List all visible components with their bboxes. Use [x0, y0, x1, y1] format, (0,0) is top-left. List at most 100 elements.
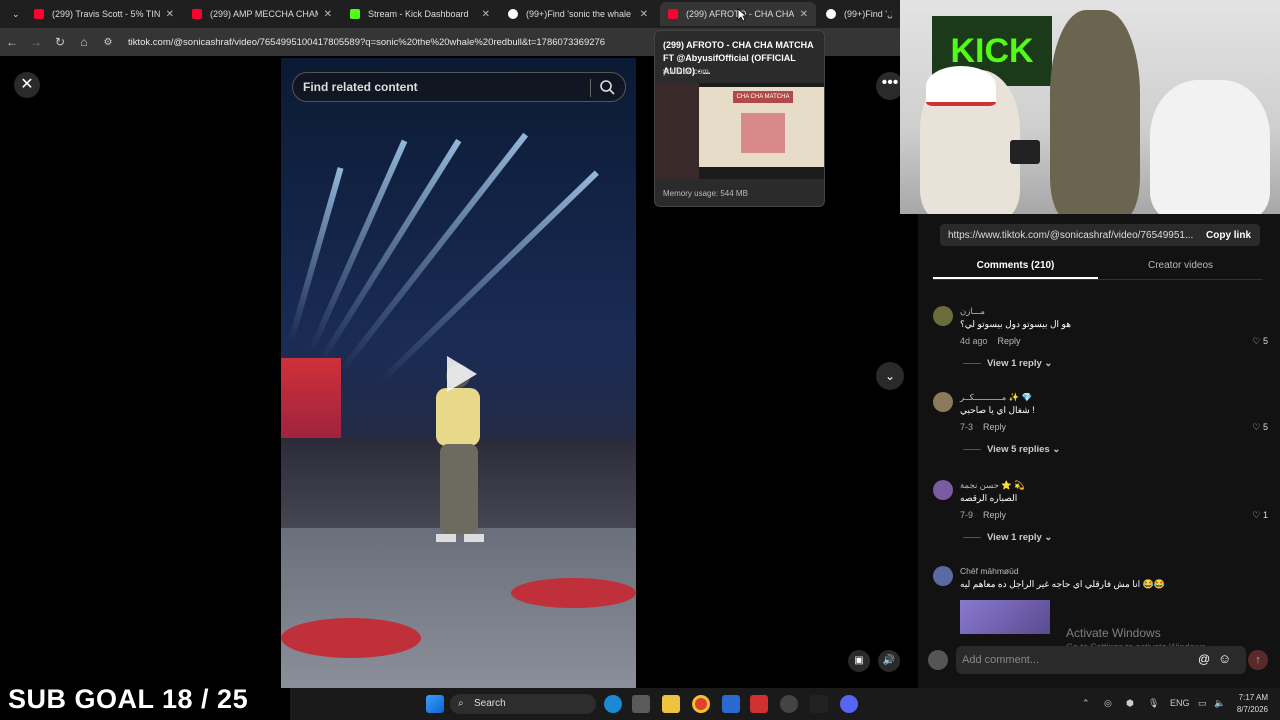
capcut-icon[interactable]: [810, 695, 828, 713]
discord-icon[interactable]: [840, 695, 858, 713]
comment-meta: 4d ago Reply: [960, 336, 1021, 346]
tab-comments[interactable]: Comments (210): [933, 254, 1098, 279]
search-placeholder: Find related content: [303, 80, 418, 94]
home-icon[interactable]: ⌂: [72, 35, 96, 49]
stage-floor: [281, 528, 636, 688]
tray-icon[interactable]: ⬢: [1126, 698, 1134, 709]
close-button[interactable]: ✕: [14, 72, 40, 98]
comment-text: الصباره الرقصه: [960, 493, 1018, 503]
close-icon[interactable]: ✕: [482, 9, 490, 20]
tab-title: (299) Travis Scott - 5% TINT (Au: [52, 9, 160, 19]
comments-panel: https://www.tiktok.com/@sonicashraf/vide…: [918, 214, 1280, 688]
windows-start-icon[interactable]: [426, 695, 444, 713]
like-count: 5: [1262, 336, 1268, 346]
steam-icon[interactable]: [780, 695, 798, 713]
mouse-cursor-icon: [737, 8, 747, 22]
comment-author[interactable]: مـــــــــــكــر ✨ 💎: [960, 392, 1032, 403]
search-icon[interactable]: [599, 79, 615, 95]
chrome-icon[interactable]: [692, 695, 710, 713]
like-button[interactable]: ♡ 5: [1252, 336, 1268, 347]
volume-icon: 🔊: [882, 655, 896, 666]
comment-author[interactable]: مـــازن: [960, 306, 985, 317]
comment-text: شغال اي يا صاحبي !: [960, 405, 1035, 415]
like-button[interactable]: ♡ 5: [1252, 422, 1268, 433]
browser-tab[interactable]: (99+)Find 'sonic the whale redb ✕: [500, 2, 656, 26]
browser-tab[interactable]: (299) AMP MECCHA CHAMELEO ✕: [184, 2, 340, 26]
comment-text: انا مش فارقلي اي حاجه غير الراجل ده معاه…: [960, 579, 1166, 589]
tiktok-icon: [508, 9, 518, 19]
browser-tab[interactable]: (299) Travis Scott - 5% TINT (Au ✕: [26, 2, 182, 26]
avatar[interactable]: [933, 392, 953, 412]
next-video-button[interactable]: ⌄: [876, 362, 904, 390]
tab-title: (99+)Find 'sonic the whale redb: [526, 9, 634, 19]
tab-creator-videos[interactable]: Creator videos: [1098, 254, 1263, 279]
mention-icon[interactable]: @: [1198, 652, 1210, 666]
tray-icon[interactable]: ◎: [1104, 698, 1112, 709]
heart-icon: ♡: [1252, 510, 1261, 520]
hover-card-thumbnail: CHA CHA MATCHA: [655, 83, 824, 179]
close-icon[interactable]: ✕: [166, 9, 174, 20]
reply-button[interactable]: Reply: [983, 510, 1006, 520]
floating-player-button[interactable]: ▣: [848, 650, 870, 672]
browser-tab[interactable]: (99+)Find 'المحتل: [818, 2, 900, 26]
tab-title: (99+)Find 'المحتل: [844, 8, 892, 19]
view-replies-button[interactable]: View 5 replies ⌄: [963, 444, 1060, 455]
activate-windows-watermark: Activate Windows: [1066, 626, 1161, 640]
avatar[interactable]: [933, 306, 953, 326]
avatar[interactable]: [933, 480, 953, 500]
file-explorer-icon[interactable]: [662, 695, 680, 713]
url-field[interactable]: tiktok.com/@sonicashraf/video/7654995100…: [128, 37, 605, 48]
tab-list-button[interactable]: ⌄: [4, 2, 24, 26]
comment-author[interactable]: حسن نجمة ⭐ 💫: [960, 480, 1025, 491]
clock-time: 7:17 AM: [1238, 693, 1268, 702]
comment-image[interactable]: [960, 600, 1050, 634]
mail-icon[interactable]: [722, 695, 740, 713]
related-search-input[interactable]: Find related content: [292, 72, 626, 102]
streamer-right: [1150, 80, 1270, 214]
post-comment-button[interactable]: ↑: [1248, 650, 1268, 670]
site-info-icon[interactable]: ⚙: [96, 37, 120, 48]
language-indicator[interactable]: ENG: [1170, 698, 1190, 708]
add-comment-placeholder: Add comment...: [962, 654, 1040, 666]
forward-icon[interactable]: →: [24, 35, 48, 49]
kick-icon: [350, 9, 360, 19]
wps-icon[interactable]: [750, 695, 768, 713]
view-replies-label: View 1 reply: [987, 358, 1042, 369]
microphone-icon[interactable]: 🎙: [1148, 698, 1159, 709]
view-replies-label: View 5 replies: [987, 444, 1050, 455]
volume-button[interactable]: 🔊: [878, 650, 900, 672]
reload-icon[interactable]: ↻: [48, 35, 72, 49]
share-link-url[interactable]: https://www.tiktok.com/@sonicashraf/vide…: [948, 230, 1196, 241]
play-icon[interactable]: [441, 352, 481, 396]
more-icon: •••: [881, 74, 899, 91]
close-icon[interactable]: ✕: [324, 9, 332, 20]
clock[interactable]: 7:17 AM 8/7/2026: [1237, 692, 1268, 716]
taskbar-search-label: Search: [474, 698, 506, 709]
like-button[interactable]: ♡ 1: [1252, 510, 1268, 521]
taskbar-search[interactable]: ⌕ Search: [450, 694, 596, 714]
chevron-up-icon[interactable]: ⌃: [1082, 698, 1090, 709]
webcam-overlay: KICK: [900, 0, 1280, 214]
edge-icon[interactable]: [604, 695, 622, 713]
reply-button[interactable]: Reply: [998, 336, 1021, 346]
view-replies-button[interactable]: View 1 reply ⌄: [963, 532, 1052, 543]
store-icon[interactable]: [632, 695, 650, 713]
clock-date: 8/7/2026: [1236, 705, 1268, 714]
thumbnail-text: CHA CHA MATCHA: [733, 91, 793, 103]
comment-meta: 7-9 Reply: [960, 510, 1006, 520]
memory-usage: Memory usage: 544 MB: [663, 189, 748, 198]
display-icon[interactable]: ▭: [1198, 698, 1207, 709]
close-icon[interactable]: ✕: [800, 9, 808, 20]
copy-link-button[interactable]: Copy link: [1206, 230, 1251, 241]
volume-icon[interactable]: 🔈: [1214, 698, 1225, 709]
back-icon[interactable]: ←: [0, 35, 24, 49]
view-replies-button[interactable]: View 1 reply ⌄: [963, 358, 1052, 369]
emoji-icon[interactable]: ☺: [1218, 651, 1231, 666]
reply-button[interactable]: Reply: [983, 422, 1006, 432]
comment-author[interactable]: Chēf māhmøūd: [960, 566, 1019, 576]
close-icon: ✕: [20, 76, 34, 93]
browser-tab[interactable]: Stream - Kick Dashboard ✕: [342, 2, 498, 26]
avatar[interactable]: [933, 566, 953, 586]
close-icon[interactable]: ✕: [640, 9, 648, 20]
add-comment-bar: Add comment... @ ☺ ↑: [928, 646, 1270, 674]
